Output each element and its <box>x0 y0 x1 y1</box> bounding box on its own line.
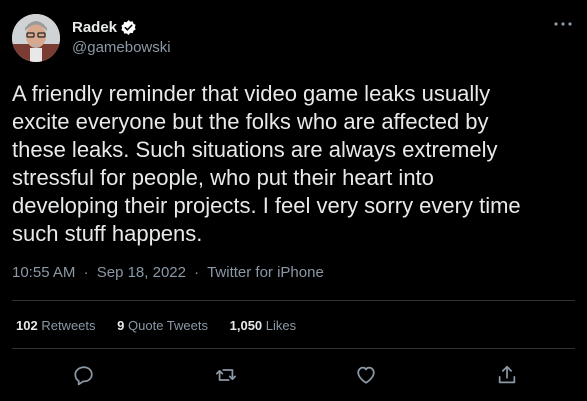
tweet-metadata: 10:55 AM · Sep 18, 2022 · Twitter for iP… <box>12 264 324 281</box>
tweet-time[interactable]: 10:55 AM <box>12 264 75 281</box>
quote-tweets-count: 9 <box>117 318 125 333</box>
verified-badge-icon <box>120 19 137 36</box>
divider <box>12 300 575 301</box>
more-options-icon[interactable] <box>551 18 575 36</box>
tweet-card: Radek @gamebowski A friendly reminder th… <box>0 0 587 401</box>
tweet-source[interactable]: Twitter for iPhone <box>207 264 324 281</box>
meta-separator: · <box>83 264 89 281</box>
avatar[interactable] <box>12 14 60 62</box>
likes-stat[interactable]: 1,050 Likes <box>230 318 297 333</box>
like-button[interactable] <box>355 364 379 388</box>
reply-icon <box>74 366 93 386</box>
display-name[interactable]: Radek <box>72 19 117 36</box>
share-icon <box>498 365 516 384</box>
tweet-text: A friendly reminder that video game leak… <box>12 81 521 246</box>
like-heart-icon <box>357 366 375 384</box>
avatar-photo <box>12 14 60 62</box>
retweets-label: Retweets <box>41 318 96 333</box>
user-handle[interactable]: @gamebowski <box>72 39 171 56</box>
tweet-header: Radek @gamebowski <box>12 14 575 64</box>
retweet-button[interactable] <box>215 364 239 388</box>
likes-count: 1,050 <box>229 318 263 333</box>
retweets-count: 102 <box>16 318 38 333</box>
retweet-icon <box>215 369 237 381</box>
display-name-row: Radek <box>72 17 171 37</box>
divider <box>12 348 575 349</box>
likes-label: Likes <box>265 318 297 333</box>
share-button[interactable] <box>496 364 520 388</box>
quote-tweets-label: Quote Tweets <box>128 318 208 333</box>
meta-separator: · <box>194 264 200 281</box>
reply-button[interactable] <box>73 364 97 388</box>
tweet-actions <box>0 360 587 390</box>
author-info: Radek @gamebowski <box>72 17 171 57</box>
tweet-date[interactable]: Sep 18, 2022 <box>97 264 186 281</box>
quote-tweets-stat[interactable]: 9 Quote Tweets <box>117 318 211 333</box>
retweets-stat[interactable]: 102 Retweets <box>16 318 99 333</box>
tweet-stats: 102 Retweets 9 Quote Tweets 1,050 Likes <box>16 318 314 333</box>
